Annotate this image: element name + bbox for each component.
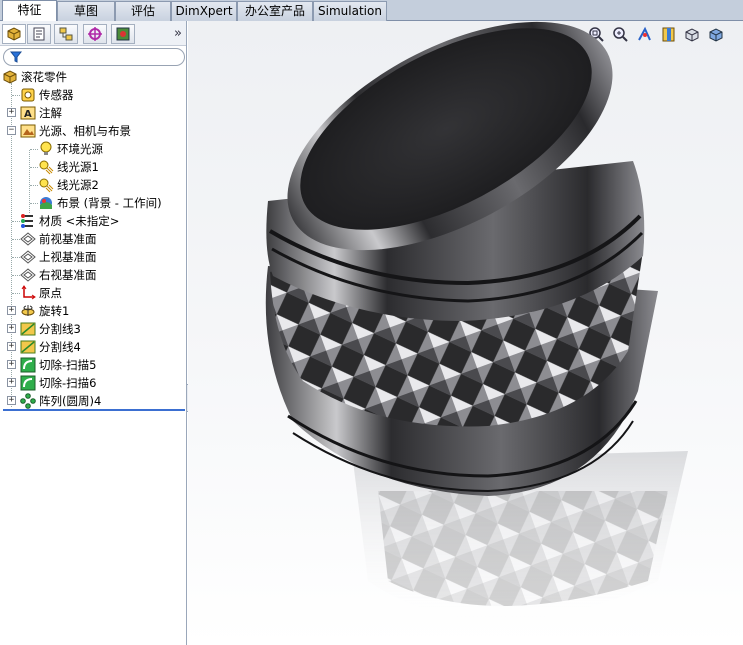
tree-item-directional-light-2[interactable]: 线光源2 (38, 176, 99, 194)
plane-icon (20, 250, 36, 264)
material-icon (21, 214, 33, 228)
tab-office-products[interactable]: 办公室产品 (237, 1, 313, 21)
expand-panel-icon[interactable]: » (174, 26, 182, 41)
split-line-icon (20, 322, 36, 336)
tree-item-origin[interactable]: 原点 (20, 284, 62, 302)
expand-toggle[interactable]: + (7, 324, 16, 333)
tab-features[interactable]: 特征 (2, 0, 57, 22)
tree-item-lights-cameras-scene[interactable]: 光源、相机与布景 (20, 122, 131, 140)
plane-icon (20, 232, 36, 246)
tree-filter-input[interactable] (3, 48, 185, 66)
origin-icon (21, 285, 36, 300)
tree-root-label: 滚花零件 (21, 70, 67, 84)
collapse-toggle[interactable]: − (7, 126, 16, 135)
plane-icon (20, 268, 36, 282)
revolve-icon (21, 305, 35, 316)
cut-sweep-icon (20, 357, 36, 373)
property-manager-icon[interactable] (27, 24, 51, 44)
circular-pattern-icon (20, 393, 36, 409)
expand-toggle[interactable]: + (7, 360, 16, 369)
configuration-manager-icon[interactable] (54, 24, 78, 44)
tree-item-directional-light-1[interactable]: 线光源1 (38, 158, 99, 176)
tree-item-circular-pattern-4[interactable]: 阵列(圆周)4 (20, 392, 101, 410)
tree-item-sensors[interactable]: 传感器 (20, 86, 74, 104)
expand-toggle[interactable]: + (7, 342, 16, 351)
sensor-icon (21, 88, 35, 102)
tree-item-scene[interactable]: 布景 (背景 - 工作间) (38, 194, 162, 212)
feature-manager-icon[interactable] (2, 24, 26, 44)
annotation-icon: A (20, 106, 36, 120)
graphics-area[interactable] (188, 21, 743, 645)
tab-dimxpert[interactable]: DimXpert (171, 1, 237, 21)
filter-icon (10, 51, 22, 63)
tree-item-top-plane[interactable]: 上视基准面 (20, 248, 97, 266)
tree-item-right-plane[interactable]: 右视基准面 (20, 266, 97, 284)
rollback-bar[interactable] (3, 409, 185, 411)
directional-light-icon (39, 178, 54, 193)
tree-item-ambient-light[interactable]: 环境光源 (38, 140, 103, 158)
ambient-light-icon (40, 141, 52, 155)
dimxpert-manager-icon[interactable] (83, 24, 107, 44)
tree-root[interactable]: 滚花零件 (2, 68, 67, 86)
part-icon (3, 70, 17, 84)
tree-item-revolve-1[interactable]: 旋转1 (20, 302, 69, 320)
tree-item-split-line-4[interactable]: 分割线4 (20, 338, 81, 356)
expand-toggle[interactable]: + (7, 108, 16, 117)
tab-sketch[interactable]: 草图 (57, 1, 115, 21)
command-manager-tabs: 特征 草图 评估 DimXpert 办公室产品 Simulation (0, 0, 743, 22)
tree-item-split-line-3[interactable]: 分割线3 (20, 320, 81, 338)
tree-item-front-plane[interactable]: 前视基准面 (20, 230, 97, 248)
expand-toggle[interactable]: + (7, 396, 16, 405)
split-line-icon (20, 340, 36, 354)
lights-cameras-scene-icon (20, 124, 36, 138)
tab-evaluate[interactable]: 评估 (115, 1, 171, 21)
expand-toggle[interactable]: + (7, 306, 16, 315)
tree-item-cut-sweep-6[interactable]: 切除-扫描6 (20, 374, 96, 392)
tree-item-cut-sweep-5[interactable]: 切除-扫描5 (20, 356, 96, 374)
cut-sweep-icon (20, 375, 36, 391)
display-manager-icon[interactable] (111, 24, 135, 44)
svg-text:A: A (24, 109, 32, 120)
scene-icon (40, 197, 52, 209)
tree-item-annotations[interactable]: A 注解 (20, 104, 62, 122)
knurled-part-model[interactable] (188, 21, 743, 645)
directional-light-icon (39, 160, 54, 175)
tab-simulation[interactable]: Simulation (313, 1, 387, 21)
expand-toggle[interactable]: + (7, 378, 16, 387)
manager-tabs: » (0, 21, 186, 46)
tree-item-material[interactable]: 材质 <未指定> (20, 212, 119, 230)
feature-manager-panel: » 滚花零件 传感器 + A 注解 − 光源、相机与布景 环境光源 线光源1 线… (0, 21, 187, 645)
